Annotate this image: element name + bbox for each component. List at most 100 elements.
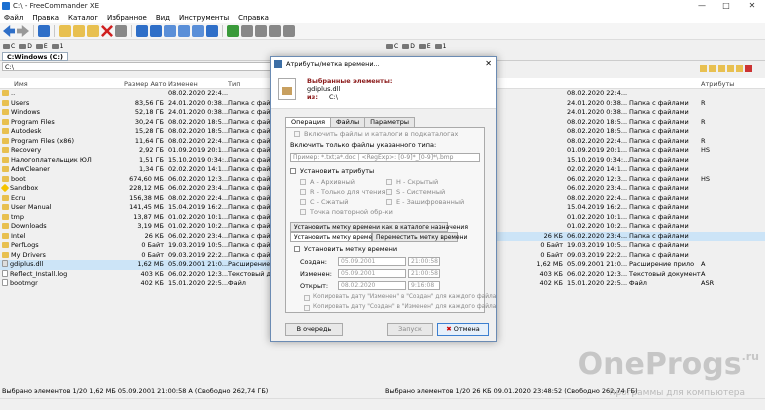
forward-icon[interactable] — [17, 25, 29, 37]
start-button[interactable]: Запуск — [387, 323, 433, 336]
file-modified: 06.02.2020 12:3... — [567, 269, 628, 278]
drive-e[interactable]: E — [35, 43, 48, 50]
move-icon[interactable] — [73, 25, 85, 37]
back-icon[interactable] — [3, 25, 15, 37]
created-time-input[interactable]: 21:00:58 — [408, 257, 440, 266]
file-icon — [2, 269, 8, 277]
sync-icon[interactable] — [283, 25, 295, 37]
modified-time-input[interactable]: 21:00:58 — [408, 269, 440, 278]
tab-c-windows[interactable]: C:Windows (C:) — [2, 52, 68, 61]
copy-created-to-modified-label: Копировать дату "Создан" в "Изменен" для… — [313, 304, 497, 310]
file-modified: 06.02.2020 12:3... — [168, 269, 229, 278]
copy-icon[interactable] — [59, 25, 71, 37]
folder-icon — [2, 90, 9, 96]
swap-icon[interactable] — [255, 25, 267, 37]
subtab-target-timestamp[interactable]: Установить метку времени как в каталоге … — [290, 222, 468, 232]
menu-view[interactable]: Вид — [156, 14, 170, 22]
minimize-button[interactable]: — — [690, 0, 714, 12]
col-type[interactable]: Тип — [228, 80, 240, 88]
file-size: 403 КБ — [140, 269, 164, 278]
set-attributes-label: Установить атрибуты — [300, 167, 375, 175]
drive-f[interactable]: 1 — [51, 43, 63, 50]
file-modified: 06.02.2020 23:4... — [168, 184, 229, 192]
menu-folder[interactable]: Каталог — [68, 14, 98, 22]
folder-icon[interactable] — [709, 65, 716, 72]
cancel-button[interactable]: ✖ Отмена — [437, 323, 489, 336]
folder-icon[interactable] — [736, 65, 743, 72]
new-folder-icon[interactable] — [87, 25, 99, 37]
file-size: 0 Байт — [540, 250, 563, 259]
drive-d[interactable]: D — [19, 43, 32, 50]
attr-compressed-checkbox[interactable] — [300, 199, 306, 205]
col-size[interactable]: Размер Авто — [124, 80, 167, 88]
folder-icon[interactable] — [718, 65, 725, 72]
view-list-icon[interactable] — [136, 25, 148, 37]
file-modified: 01.02.2020 10:1... — [567, 212, 628, 221]
tab-parameters[interactable]: Параметры — [364, 117, 416, 127]
folder-icon — [2, 128, 9, 134]
queue-button[interactable]: В очередь — [285, 323, 343, 336]
tab-files[interactable]: Файлы — [330, 117, 366, 127]
menu-edit[interactable]: Правка — [32, 14, 59, 22]
properties-icon[interactable] — [115, 25, 127, 37]
subtab-set-timestamp[interactable]: Установить метку времени — [290, 232, 380, 242]
file-name: PerfLogs — [2, 241, 39, 250]
col-modified[interactable]: Изменен — [168, 80, 198, 88]
opened-time-input[interactable]: 9:16:08 — [408, 281, 440, 290]
view-thumbs-icon[interactable] — [164, 25, 176, 37]
view-details-icon[interactable] — [150, 25, 162, 37]
file-icon — [278, 78, 296, 100]
file-modified: 01.02.2020 10:1... — [168, 212, 229, 221]
view-icons-icon[interactable] — [192, 25, 204, 37]
copy-modified-to-created-checkbox[interactable] — [304, 295, 310, 301]
set-timestamp-checkbox[interactable] — [294, 246, 300, 252]
file-modified: 06.02.2020 23:4... — [567, 231, 628, 240]
attr-hidden-checkbox[interactable] — [386, 179, 392, 185]
attr-archive-checkbox[interactable] — [300, 179, 306, 185]
copy-created-to-modified-checkbox[interactable] — [304, 305, 310, 311]
drive-c[interactable]: C — [386, 43, 398, 50]
dialog-close-button[interactable]: ✕ — [485, 57, 492, 71]
attr-system-checkbox[interactable] — [386, 189, 392, 195]
subtab-shift-timestamp[interactable]: Переместить метку времени — [372, 232, 467, 242]
view-tree-icon[interactable] — [206, 25, 218, 37]
selected-file: gdiplus.dll — [307, 85, 341, 93]
refresh-icon[interactable] — [227, 25, 239, 37]
modified-label: Изменен: — [300, 270, 332, 278]
created-date-input[interactable]: 05.09.2001 — [338, 257, 406, 266]
delete-icon[interactable] — [101, 25, 113, 37]
compare-icon[interactable] — [269, 25, 281, 37]
drive-d[interactable]: D — [402, 43, 415, 50]
folder-icon[interactable] — [727, 65, 734, 72]
close-button[interactable]: ✕ — [740, 0, 764, 12]
menu-help[interactable]: Справка — [238, 14, 269, 22]
file-attributes: HS — [701, 174, 711, 183]
attr-encrypted-checkbox[interactable] — [386, 199, 392, 205]
favorites-icon[interactable] — [38, 25, 50, 37]
file-name: Program Files — [2, 118, 55, 127]
drive-f[interactable]: 1 — [434, 43, 446, 50]
col-attributes[interactable]: Атрибуты — [701, 80, 734, 88]
file-name: tmp — [2, 213, 24, 222]
drive-c[interactable]: C — [3, 43, 15, 50]
set-attributes-checkbox[interactable] — [290, 168, 296, 174]
col-name[interactable]: Имя — [14, 80, 28, 88]
maximize-button[interactable]: □ — [714, 0, 738, 12]
file-name: Ecru — [2, 194, 25, 203]
file-type: Папка с файлами — [629, 146, 689, 154]
menu-favorites[interactable]: Избранное — [107, 14, 147, 22]
include-subfolders-checkbox[interactable] — [294, 131, 300, 137]
menu-file[interactable]: Файл — [4, 14, 23, 22]
attr-reparse-checkbox[interactable] — [300, 209, 306, 215]
drive-e[interactable]: E — [418, 43, 431, 50]
view-tiles-icon[interactable] — [178, 25, 190, 37]
folder-icon — [2, 137, 9, 144]
folder-icon[interactable] — [700, 65, 707, 72]
attr-readonly-checkbox[interactable] — [300, 189, 306, 195]
file-type-input[interactable]: Пример: *.txt;a*.doc | <RegExp>: [0-9]*_… — [290, 153, 480, 162]
folder-icon[interactable] — [745, 65, 752, 72]
opened-date-input[interactable]: 08.02.2020 — [338, 281, 406, 290]
menu-tools[interactable]: Инструменты — [179, 14, 229, 22]
split-icon[interactable] — [241, 25, 253, 37]
modified-date-input[interactable]: 05.09.2001 — [338, 269, 406, 278]
